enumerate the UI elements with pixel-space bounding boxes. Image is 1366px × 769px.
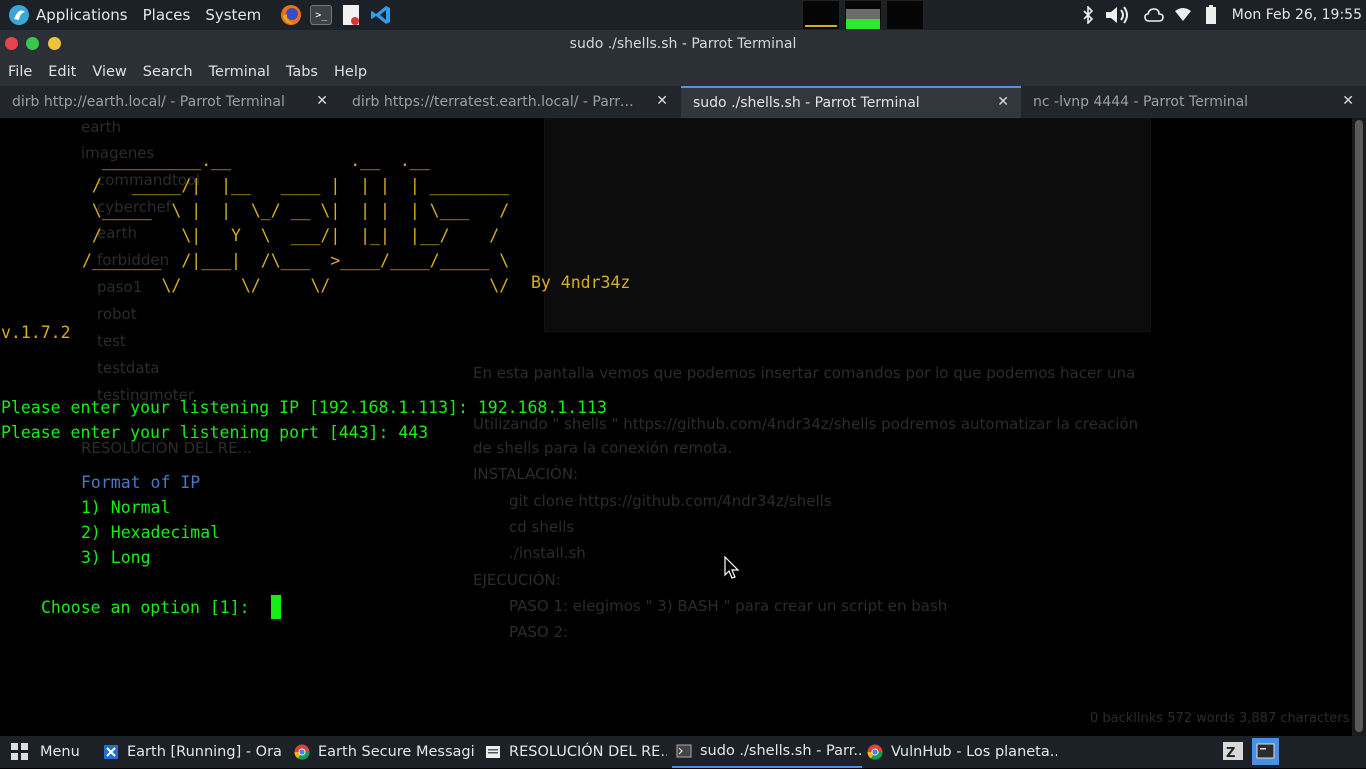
cpu-monitor bbox=[802, 0, 840, 30]
ghost-doc-line: de shells para la conexión remota. bbox=[473, 439, 733, 457]
banner-line: /_______ /|___| /\___ >____/____/_____ \ bbox=[82, 251, 510, 270]
ghost-doc-line: cd shells bbox=[509, 518, 575, 536]
menu-help[interactable]: Help bbox=[326, 64, 375, 80]
tab-label: nc -lvnp 4444 - Parrot Terminal bbox=[1033, 94, 1249, 110]
tab-dirb-earth[interactable]: dirb http://earth.local/ - Parrot Termin… bbox=[0, 86, 340, 118]
banner-line: / \| Y \ ___/| |_| |__/ / bbox=[82, 226, 500, 245]
ghost-doc-line: INSTALACIÓN: bbox=[473, 465, 579, 483]
option-item: 3) Long bbox=[81, 548, 151, 567]
ghost-footer: 0 backlinks 572 words 3,887 characters bbox=[1090, 711, 1350, 726]
tab-dirb-terratest[interactable]: dirb https://terratest.earth.local/ - Pa… bbox=[340, 86, 680, 118]
banner-line: / _____/| |__ ____ | | | | ________ bbox=[82, 176, 510, 195]
bluetooth-icon[interactable] bbox=[1082, 6, 1094, 24]
menu-terminal[interactable]: Terminal bbox=[201, 64, 278, 80]
banner-line: \_____ \ | | \_/ __ \| | | | \___ / bbox=[82, 201, 510, 220]
cloud-icon[interactable] bbox=[1143, 7, 1164, 23]
task-virtualbox[interactable]: Earth [Running] - Ora... bbox=[103, 736, 283, 768]
choose-prompt: Choose an option [1]: bbox=[41, 598, 250, 617]
menu-view[interactable]: View bbox=[84, 64, 134, 80]
task-label: Earth [Running] - Ora... bbox=[127, 744, 283, 760]
task-document[interactable]: RESOLUCIÓN DEL RE... bbox=[485, 736, 667, 768]
menu-search[interactable]: Search bbox=[135, 64, 201, 80]
start-menu-label: Menu bbox=[40, 744, 80, 760]
ghost-screenshot-image bbox=[544, 118, 1151, 332]
ghost-doc-line: PASO 1: elegimos " 3) BASH " para crear … bbox=[509, 597, 948, 615]
task-chrome-vulnhub[interactable]: VulnHub - Los planeta... bbox=[867, 736, 1057, 768]
close-tab-icon[interactable]: ✕ bbox=[656, 93, 668, 109]
byline: By 4ndr34z bbox=[531, 273, 631, 292]
places-menu[interactable]: Places bbox=[143, 0, 191, 30]
text-editor-icon[interactable] bbox=[340, 4, 362, 26]
ghost-sidebar-item: testdata bbox=[97, 359, 160, 377]
banner-line: __________.__ .__ .__ bbox=[82, 151, 430, 170]
ghost-doc-line: git clone https://github.com/4ndr34z/she… bbox=[509, 492, 832, 510]
ghost-doc-line: En esta pantalla vemos que podemos inser… bbox=[473, 364, 1136, 382]
volume-icon[interactable] bbox=[1104, 4, 1134, 26]
document-icon bbox=[485, 744, 501, 760]
ghost-doc-line: PASO 2: bbox=[509, 623, 569, 641]
battery-icon[interactable] bbox=[1205, 5, 1217, 25]
ghost-sidebar-item: robot bbox=[97, 305, 137, 323]
chrome-icon bbox=[294, 744, 310, 760]
scrollbar-thumb[interactable] bbox=[1355, 120, 1363, 732]
tab-shells-active[interactable]: sudo ./shells.sh - Parrot Terminal ✕ bbox=[681, 86, 1021, 118]
menu-tabs[interactable]: Tabs bbox=[278, 64, 326, 80]
ip-prompt: Please enter your listening IP [192.168.… bbox=[1, 398, 607, 417]
chrome-icon bbox=[867, 744, 883, 760]
close-tab-icon[interactable]: ✕ bbox=[316, 93, 328, 109]
task-label: RESOLUCIÓN DEL RE... bbox=[509, 744, 667, 760]
archive-manager-icon[interactable]: Z bbox=[1222, 740, 1244, 762]
option-item: 2) Hexadecimal bbox=[81, 523, 221, 542]
system-tray: Mon Feb 26, 19:55 bbox=[1077, 0, 1366, 30]
clock[interactable]: Mon Feb 26, 19:55 bbox=[1232, 7, 1362, 23]
ghost-sidebar-item: earth bbox=[81, 118, 121, 136]
wifi-icon[interactable] bbox=[1174, 8, 1192, 22]
option-item: 1) Normal bbox=[81, 498, 171, 517]
top-panel: Applications Places System >_ Mon Feb 26… bbox=[0, 0, 1366, 30]
taskbar: Menu Earth [Running] - Ora... Earth Secu… bbox=[0, 736, 1366, 768]
terminal-output[interactable]: earth imagenes commandtool cyberchef ear… bbox=[0, 118, 1352, 736]
task-chrome-earth[interactable]: Earth Secure Messagi... bbox=[294, 736, 474, 768]
firefox-icon[interactable] bbox=[280, 4, 302, 26]
port-prompt: Please enter your listening port [443]: … bbox=[1, 423, 429, 442]
ghost-doc-line: EJECUCIÓN: bbox=[473, 571, 561, 589]
window-title-bar[interactable]: sudo ./shells.sh - Parrot Terminal bbox=[0, 30, 1366, 58]
task-label: VulnHub - Los planeta... bbox=[891, 744, 1057, 760]
task-label: sudo ./shells.sh - Parr... bbox=[700, 743, 862, 759]
grid-icon bbox=[10, 742, 30, 762]
tab-label: sudo ./shells.sh - Parrot Terminal bbox=[693, 95, 920, 111]
tab-bar: dirb http://earth.local/ - Parrot Termin… bbox=[0, 86, 1366, 119]
terminal-menubar: File Edit View Search Terminal Tabs Help bbox=[0, 58, 1366, 86]
task-label: Earth Secure Messagi... bbox=[318, 744, 474, 760]
system-menu[interactable]: System bbox=[205, 0, 261, 30]
menu-edit[interactable]: Edit bbox=[40, 64, 84, 80]
applications-menu[interactable]: Applications bbox=[36, 0, 128, 30]
start-menu-button[interactable]: Menu bbox=[10, 736, 85, 768]
version: v.1.7.2 bbox=[1, 323, 71, 342]
network-monitor bbox=[886, 0, 924, 30]
virtualbox-icon bbox=[103, 744, 119, 760]
memory-monitor bbox=[844, 0, 882, 30]
close-tab-icon[interactable]: ✕ bbox=[997, 94, 1009, 110]
tab-label: dirb http://earth.local/ - Parrot Termin… bbox=[12, 94, 285, 110]
terminal-icon[interactable]: >_ bbox=[310, 5, 333, 25]
banner-line: \/ \/ \/ \/ bbox=[82, 276, 530, 295]
tab-label: dirb https://terratest.earth.local/ - Pa… bbox=[352, 94, 637, 110]
show-desktop-icon[interactable] bbox=[1252, 738, 1279, 765]
close-tab-icon[interactable]: ✕ bbox=[1342, 93, 1354, 109]
terminal-scrollbar[interactable] bbox=[1352, 118, 1366, 736]
menu-file[interactable]: File bbox=[0, 64, 40, 80]
svg-text:Z: Z bbox=[1226, 746, 1235, 761]
tab-nc-listener[interactable]: nc -lvnp 4444 - Parrot Terminal ✕ bbox=[1021, 86, 1366, 118]
mouse-pointer-icon bbox=[724, 555, 740, 584]
window-title: sudo ./shells.sh - Parrot Terminal bbox=[569, 36, 797, 52]
format-header: Format of IP bbox=[81, 473, 201, 492]
vscode-icon[interactable] bbox=[370, 4, 392, 26]
parrot-logo-icon[interactable] bbox=[8, 0, 30, 30]
terminal-icon bbox=[676, 743, 692, 759]
ghost-sidebar-item: test bbox=[97, 332, 126, 350]
ghost-doc-line: ./install.sh bbox=[509, 544, 586, 562]
terminal-cursor bbox=[271, 595, 281, 619]
task-terminal-active[interactable]: sudo ./shells.sh - Parr... bbox=[672, 736, 862, 768]
